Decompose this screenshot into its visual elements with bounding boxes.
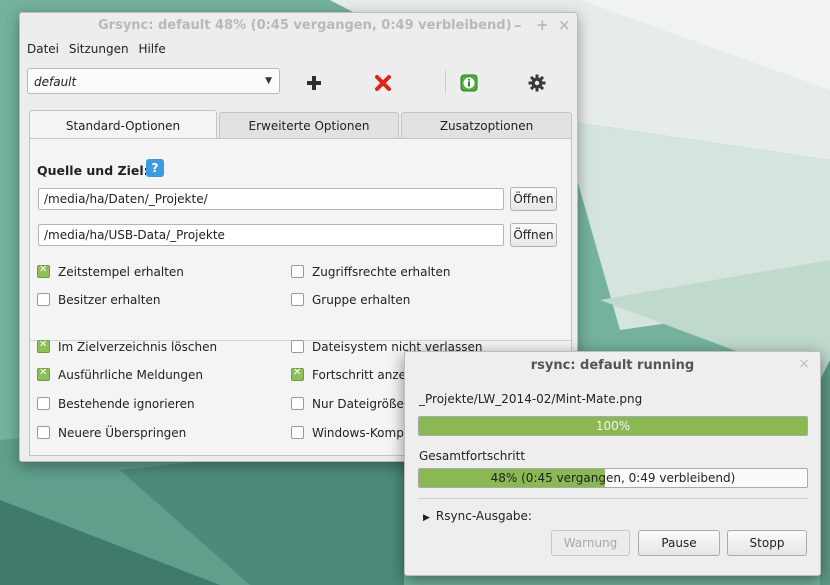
- gear-icon: [528, 74, 546, 92]
- close-button[interactable]: ×: [558, 16, 571, 34]
- session-select-value: default: [34, 75, 77, 89]
- option-label: Besitzer erhalten: [58, 293, 161, 307]
- warning-button[interactable]: Warnung: [551, 530, 630, 556]
- option-skip-newer[interactable]: Neuere Überspringen: [37, 426, 186, 440]
- option-label: Im Zielverzeichnis löschen: [58, 340, 218, 354]
- triangle-right-icon: ▶: [423, 513, 430, 523]
- checkbox-unchecked[interactable]: [291, 426, 304, 439]
- checkbox-unchecked[interactable]: [37, 293, 50, 306]
- current-file-label: _Projekte/LW_2014-02/Mint-Mate.png: [419, 392, 643, 406]
- checkbox-checked[interactable]: [37, 264, 50, 278]
- red-x-icon: [375, 75, 391, 91]
- overall-progress-bar: 48% (0:45 vergangen, 0:49 verbleibend): [418, 468, 808, 488]
- option-label: Windows-Kompa: [312, 426, 412, 440]
- option-verbose[interactable]: Ausführliche Meldungen: [37, 367, 204, 382]
- option-delete-in-destination[interactable]: Im Zielverzeichnis löschen: [37, 339, 218, 354]
- rsync-output-expander[interactable]: ▶ Rsync-Ausgabe:: [423, 509, 532, 523]
- option-keep-timestamps[interactable]: Zeitstempel erhalten: [37, 264, 184, 279]
- option-windows-compat[interactable]: Windows-Kompa: [291, 426, 411, 440]
- source-path-input[interactable]: /media/ha/Daten/_Projekte/: [38, 188, 504, 210]
- option-label: Bestehende ignorieren: [58, 397, 195, 411]
- expander-label: Rsync-Ausgabe:: [435, 509, 532, 523]
- checkbox-unchecked[interactable]: [291, 265, 304, 278]
- destination-path-input[interactable]: /media/ha/USB-Data/_Projekte: [38, 224, 504, 246]
- tab-extra-options[interactable]: Zusatzoptionen: [401, 112, 572, 138]
- main-window-title: Grsync: default 48% (0:45 vergangen, 0:4…: [98, 18, 512, 33]
- settings-button[interactable]: [525, 71, 549, 95]
- menu-datei[interactable]: Datei: [27, 42, 59, 56]
- info-icon: [460, 74, 478, 92]
- source-dest-heading: Quelle und Ziel:: [37, 163, 149, 178]
- open-source-button[interactable]: Öffnen: [510, 187, 557, 211]
- option-label: Neuere Überspringen: [58, 426, 187, 440]
- overall-progress-text: 48% (0:45 vergangen, 0:49 verbleibend): [490, 471, 736, 485]
- main-titlebar[interactable]: Grsync: default 48% (0:45 vergangen, 0:4…: [20, 13, 577, 37]
- rsync-progress-dialog: rsync: default running × _Projekte/LW_20…: [404, 351, 821, 576]
- option-size-only[interactable]: Nur Dateigröße v: [291, 397, 415, 411]
- toolbar-separator: [445, 70, 446, 94]
- minimize-button[interactable]: –: [514, 16, 522, 34]
- maximize-button[interactable]: +: [536, 16, 549, 34]
- tab-advanced-options[interactable]: Erweiterte Optionen: [219, 112, 399, 138]
- option-label: Zugriffsrechte erhalten: [312, 265, 451, 279]
- option-label: Ausführliche Meldungen: [58, 368, 204, 382]
- option-ignore-existing[interactable]: Bestehende ignorieren: [37, 397, 195, 411]
- menu-sitzungen[interactable]: Sitzungen: [69, 42, 129, 56]
- plus-icon: [307, 76, 321, 90]
- open-destination-button[interactable]: Öffnen: [510, 223, 557, 247]
- menubar: Datei Sitzungen Hilfe: [27, 42, 172, 56]
- add-session-button[interactable]: [302, 71, 326, 95]
- stop-button[interactable]: Stopp: [727, 530, 807, 556]
- overall-progress-label: Gesamtfortschritt: [419, 449, 526, 463]
- option-show-progress[interactable]: Fortschritt anzei: [291, 367, 410, 382]
- help-icon[interactable]: ?: [146, 159, 164, 177]
- checkbox-unchecked[interactable]: [37, 426, 50, 439]
- dropdown-arrow-icon: ▼: [265, 76, 272, 86]
- file-progress-text: 100%: [595, 419, 631, 433]
- info-button[interactable]: [457, 71, 481, 95]
- option-keep-group[interactable]: Gruppe erhalten: [291, 293, 410, 307]
- tab-bar: Standard-Optionen Erweiterte Optionen Zu…: [29, 110, 572, 139]
- checkbox-checked[interactable]: [37, 339, 50, 353]
- tab-standard-options[interactable]: Standard-Optionen: [29, 110, 217, 138]
- pause-button[interactable]: Pause: [638, 530, 720, 556]
- checkbox-unchecked[interactable]: [291, 293, 304, 306]
- option-keep-owner[interactable]: Besitzer erhalten: [37, 293, 160, 307]
- option-label: Gruppe erhalten: [312, 293, 411, 307]
- option-label: Fortschritt anzei: [312, 368, 410, 382]
- option-label: Zeitstempel erhalten: [58, 265, 184, 279]
- dialog-title: rsync: default running: [530, 358, 695, 373]
- checkbox-checked[interactable]: [291, 367, 304, 381]
- checkbox-unchecked[interactable]: [291, 340, 304, 353]
- dialog-divider: [418, 498, 808, 499]
- dialog-close-button[interactable]: ×: [798, 356, 810, 372]
- menu-hilfe[interactable]: Hilfe: [138, 42, 165, 56]
- session-select[interactable]: default ▼: [27, 68, 280, 94]
- delete-session-button[interactable]: [371, 71, 395, 95]
- checkbox-checked[interactable]: [37, 367, 50, 381]
- checkbox-unchecked[interactable]: [37, 397, 50, 410]
- file-progress-bar: 100%: [418, 416, 808, 436]
- option-label: Nur Dateigröße v: [312, 397, 415, 411]
- checkbox-unchecked[interactable]: [291, 397, 304, 410]
- option-keep-permissions[interactable]: Zugriffsrechte erhalten: [291, 265, 450, 279]
